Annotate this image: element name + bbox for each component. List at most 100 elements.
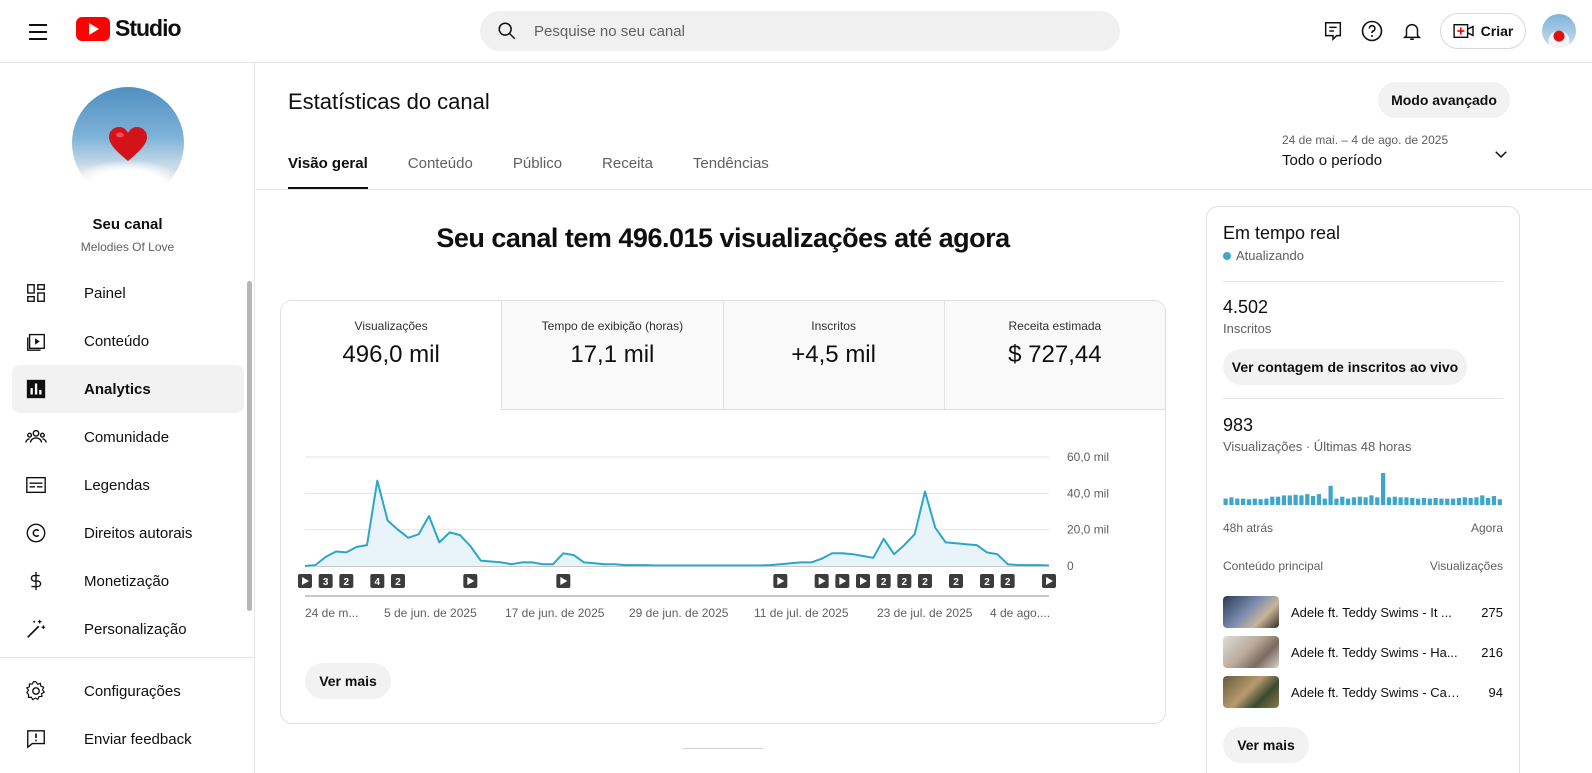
messages-icon[interactable] (1320, 18, 1346, 44)
advanced-mode-button[interactable]: Modo avançado (1378, 82, 1510, 118)
sidebar-scrollbar-thumb[interactable] (247, 281, 252, 611)
analytics-icon (24, 377, 48, 401)
marker-count: 2 (344, 577, 350, 588)
divider (1223, 398, 1503, 399)
hourly-bar (1346, 498, 1351, 505)
hourly-bar (1241, 498, 1246, 505)
hourly-bar (1293, 494, 1298, 505)
hourly-bar (1381, 473, 1386, 505)
metric-subscribers[interactable]: Inscritos +4,5 mil (723, 301, 945, 410)
hourly-bar (1369, 495, 1374, 505)
sidebar-item-legendas[interactable]: Legendas (12, 461, 244, 509)
create-button[interactable]: Criar (1440, 13, 1526, 49)
heart-icon (109, 127, 147, 161)
metric-views[interactable]: Visualizações 496,0 mil (281, 301, 503, 410)
top-content-list: Adele ft. Teddy Swims - It ... 275 Adele… (1223, 592, 1503, 712)
hourly-bar (1258, 499, 1263, 505)
overview-card: Visualizações 496,0 mil Tempo de exibiçã… (280, 300, 1166, 724)
marker-count: 2 (922, 577, 928, 588)
customization-icon (24, 617, 48, 641)
hourly-bar (1480, 495, 1485, 505)
sidebar-item-comunidade[interactable]: Comunidade (12, 413, 244, 461)
sidebar-item-analytics[interactable]: Analytics (12, 365, 244, 413)
marker-count: 3 (323, 577, 329, 588)
realtime-views-label: Visualizações · Últimas 48 horas (1223, 439, 1412, 454)
list-item[interactable]: Adele ft. Teddy Swims - Can’... 94 (1223, 672, 1503, 712)
live-dot-icon (1223, 251, 1231, 260)
x-tick-label: 5 de jun. de 2025 (384, 606, 477, 620)
channel-name: Seu canal (92, 216, 163, 233)
x-tick-label: 11 de jul. de 2025 (754, 606, 849, 620)
hourly-bar (1334, 498, 1339, 505)
content-icon (24, 329, 48, 353)
hourly-bar (1451, 498, 1456, 505)
sidebar-item-monetizacao[interactable]: Monetização (12, 557, 244, 605)
y-tick-label: 0 (1067, 559, 1074, 573)
list-item[interactable]: Adele ft. Teddy Swims - Ha... 216 (1223, 632, 1503, 672)
metric-revenue[interactable]: Receita estimada $ 727,44 (944, 301, 1165, 410)
hourly-bar (1235, 498, 1240, 505)
help-icon[interactable] (1359, 18, 1385, 44)
sidebar-item-conteudo[interactable]: Conteúdo (12, 317, 244, 365)
period-range: 24 de mai. – 4 de ago. de 2025 (1282, 133, 1449, 147)
metric-watch-time[interactable]: Tempo de exibição (horas) 17,1 mil (502, 301, 724, 410)
notifications-bell-icon[interactable] (1399, 18, 1425, 44)
hourly-bar (1328, 485, 1333, 505)
hourly-bar (1375, 497, 1380, 505)
list-item[interactable]: Adele ft. Teddy Swims - It ... 275 (1223, 592, 1503, 632)
hourly-bar (1322, 498, 1327, 505)
period-selector[interactable]: 24 de mai. – 4 de ago. de 2025 Todo o pe… (1282, 133, 1510, 175)
sidebar-item-configuracoes[interactable]: Configurações (12, 667, 244, 715)
hourly-bar (1316, 494, 1322, 505)
realtime-title: Em tempo real (1223, 223, 1341, 243)
tab-conteudo[interactable]: Conteúdo (408, 145, 473, 189)
hourly-bar (1410, 497, 1415, 505)
youtube-studio-logo[interactable]: Studio (76, 15, 182, 42)
sidebar-item-direitos-autorais[interactable]: Direitos autorais (12, 509, 244, 557)
hamburger-menu-icon[interactable] (22, 16, 54, 48)
hourly-bar (1462, 497, 1467, 505)
hourly-bar (1311, 496, 1316, 505)
x-tick-label: 23 de jul. de 2025 (877, 606, 973, 620)
account-avatar[interactable] (1542, 14, 1576, 48)
tab-receita[interactable]: Receita (602, 145, 653, 189)
sidebar-divider (0, 657, 255, 658)
channel-avatar[interactable] (72, 87, 184, 199)
marker-count: 2 (1005, 577, 1011, 588)
sidebar-item-painel[interactable]: Painel (12, 269, 244, 317)
sidebar-item-personalizacao[interactable]: Personalização (12, 605, 244, 653)
hourly-bar (1392, 496, 1397, 505)
page-title: Estatísticas do canal (288, 89, 490, 114)
hourly-bar (1276, 496, 1281, 505)
hourly-bar (1363, 497, 1368, 505)
views-headline: Seu canal tem 496.015 visualizações até … (436, 223, 1010, 253)
video-thumbnail (1223, 676, 1279, 708)
search-icon (498, 22, 516, 40)
tab-publico[interactable]: Público (513, 145, 562, 189)
hourly-bar (1264, 498, 1269, 505)
feedback-icon (24, 727, 48, 751)
hourly-bar (1491, 496, 1497, 505)
hourly-bar (1486, 497, 1491, 505)
add-video-icon (1453, 23, 1474, 39)
realtime-see-more-button[interactable]: Ver mais (1223, 727, 1309, 763)
realtime-axis: 48h atrás Agora (1223, 521, 1503, 535)
hourly-bar (1270, 496, 1275, 505)
search-box[interactable] (480, 11, 1120, 51)
sidebar: Seu canal Melodies Of Love Painel Conteú… (0, 63, 255, 773)
hourly-bar (1246, 499, 1252, 505)
see-more-button[interactable]: Ver mais (305, 663, 391, 699)
hourly-bar (1456, 497, 1462, 505)
sidebar-item-enviar-feedback[interactable]: Enviar feedback (12, 715, 244, 763)
search-input[interactable] (534, 22, 1074, 40)
hourly-bar (1357, 496, 1362, 505)
y-tick-label: 60,0 mil (1067, 450, 1109, 464)
realtime-card: Em tempo real Atualizando 4.502 Inscrito… (1206, 206, 1520, 773)
subscriber-count: 4.502 (1223, 297, 1269, 317)
sidebar-bottom-nav: Configurações Enviar feedback (12, 667, 244, 763)
metric-tabs: Visualizações 496,0 mil Tempo de exibiçã… (281, 301, 1165, 410)
live-subscriber-count-button[interactable]: Ver contagem de inscritos ao vivo (1223, 349, 1467, 385)
copyright-icon (24, 521, 48, 545)
tab-visao-geral[interactable]: Visão geral (288, 145, 368, 190)
tab-tendencias[interactable]: Tendências (693, 145, 769, 189)
